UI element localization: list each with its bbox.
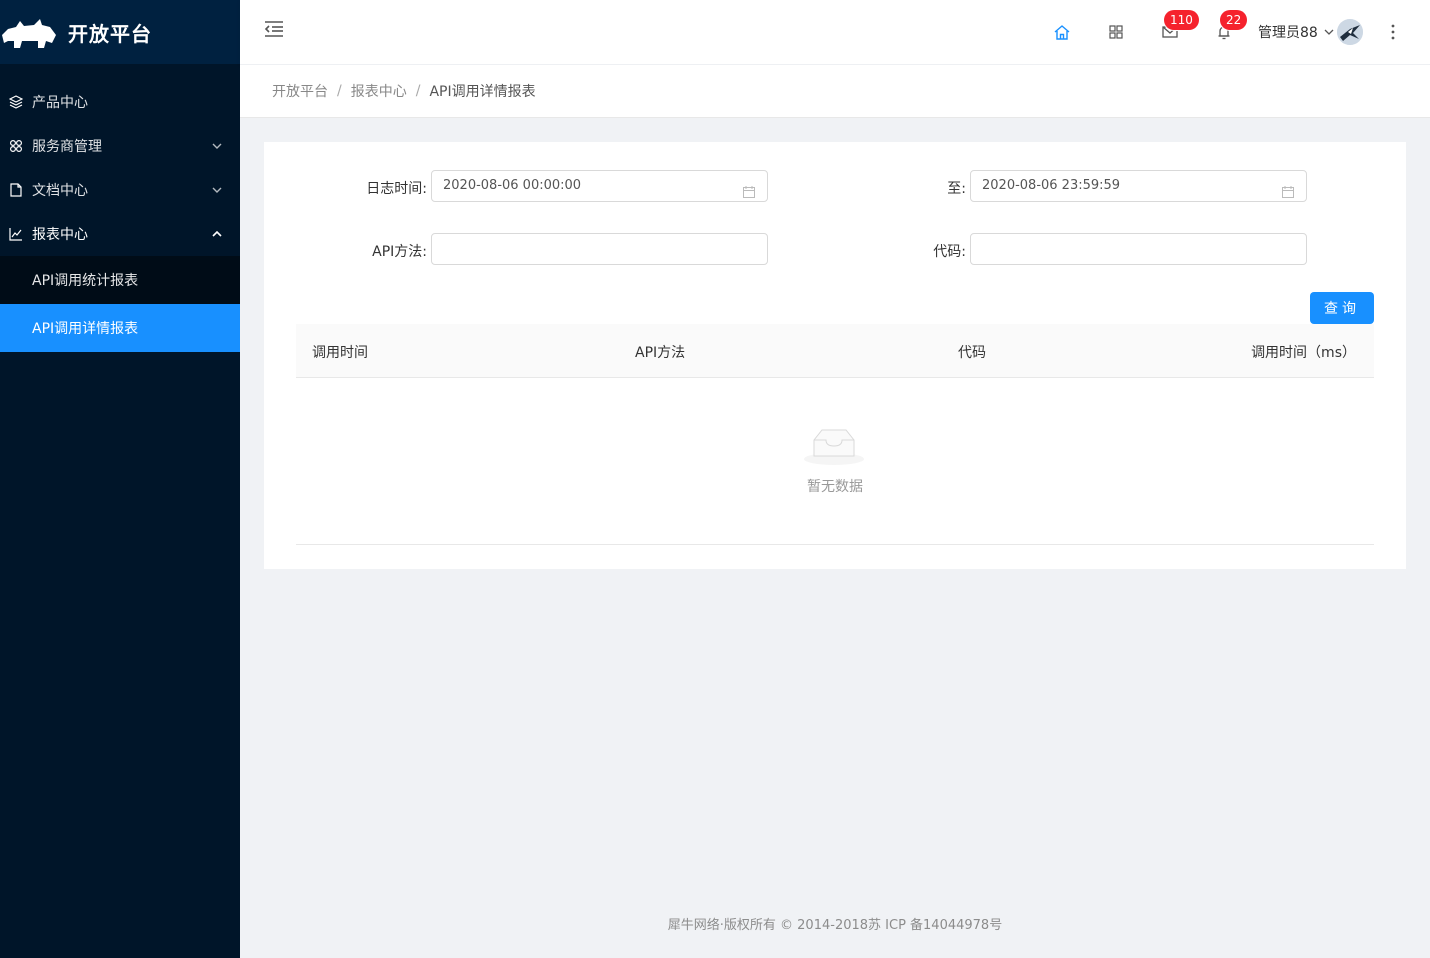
breadcrumb-item-current: API调用详情报表: [429, 84, 536, 100]
column-header-call-time: 调用时间: [312, 345, 368, 361]
chevron-down-icon: [212, 182, 222, 198]
code-input[interactable]: [970, 233, 1307, 265]
calendar-icon: [1282, 180, 1294, 210]
code-label: 代码:: [933, 244, 966, 260]
rhino-logo-icon: [2, 19, 56, 48]
home-icon[interactable]: [1052, 22, 1072, 42]
end-time-value: 2020-08-06 23:59:59: [982, 178, 1121, 193]
breadcrumb: 开放平台 / 报表中心 / API调用详情报表: [240, 64, 1430, 118]
top-header: 110 22 管理员88: [240, 0, 1430, 64]
layers-icon: [8, 94, 24, 110]
avatar[interactable]: [1337, 19, 1363, 45]
column-header-code: 代码: [958, 345, 986, 361]
sidebar-item-docs[interactable]: 文档中心: [0, 168, 240, 212]
apps-grid-icon[interactable]: [1106, 22, 1126, 42]
empty-text: 暂无数据: [807, 479, 863, 495]
reports-submenu: API调用统计报表 API调用详情报表: [0, 256, 240, 352]
chevron-down-icon: [1324, 29, 1334, 36]
footer-copyright: 犀牛网络·版权所有 © 2014-2018苏 ICP 备14044978号: [667, 918, 1003, 933]
query-button[interactable]: 查询: [1310, 292, 1374, 324]
start-time-value: 2020-08-06 00:00:00: [443, 178, 582, 193]
line-chart-icon: [8, 226, 24, 242]
mail-icon[interactable]: 110: [1160, 10, 1199, 42]
table-header: 调用时间 API方法 代码 调用时间（ms）: [296, 324, 1374, 378]
column-header-duration: 调用时间（ms）: [1251, 345, 1356, 361]
sidebar-item-products[interactable]: 产品中心: [0, 80, 240, 124]
group-icon: [8, 138, 24, 154]
start-time-picker[interactable]: 2020-08-06 00:00:00: [431, 170, 768, 202]
sidebar-subitem-label: API调用详情报表: [32, 321, 139, 337]
sidebar-item-label: 产品中心: [32, 95, 88, 111]
breadcrumb-separator: /: [337, 83, 342, 99]
sidebar-item-reports[interactable]: 报表中心: [0, 212, 240, 256]
to-label: 至:: [947, 181, 966, 197]
brand-name: 开放平台: [68, 21, 152, 46]
calendar-icon: [743, 180, 755, 210]
sidebar-subitem-api-detail[interactable]: API调用详情报表: [0, 304, 240, 352]
breadcrumb-item-platform[interactable]: 开放平台: [272, 81, 328, 101]
breadcrumb-item-reports[interactable]: 报表中心: [351, 81, 407, 101]
mail-badge: 110: [1164, 10, 1199, 30]
username: 管理员88: [1258, 25, 1318, 41]
content-card: 日志时间: 2020-08-06 00:00:00 至: 2020-08-06 …: [264, 142, 1406, 569]
bell-badge: 22: [1220, 10, 1248, 30]
menu-fold-icon[interactable]: [264, 20, 284, 40]
sidebar-item-providers[interactable]: 服务商管理: [0, 124, 240, 168]
api-method-input[interactable]: [431, 233, 768, 265]
sidebar-subitem-label: API调用统计报表: [32, 273, 139, 289]
chevron-up-icon: [212, 226, 222, 242]
user-menu[interactable]: 管理员88: [1258, 20, 1334, 44]
brand-logo[interactable]: 开放平台: [0, 0, 240, 64]
sidebar-item-label: 服务商管理: [32, 139, 102, 155]
empty-inbox-icon: [802, 424, 866, 470]
more-vertical-icon[interactable]: [1386, 22, 1400, 42]
chevron-down-icon: [212, 138, 222, 154]
sidebar: 开放平台 产品中心 服务商管理 文档中心 报表中心 API调用统计报表 API调…: [0, 0, 240, 958]
sidebar-menu: 产品中心 服务商管理 文档中心 报表中心 API调用统计报表 API调用详情报表: [0, 80, 240, 352]
breadcrumb-separator: /: [415, 83, 421, 99]
file-icon: [8, 182, 24, 198]
sidebar-item-label: 文档中心: [32, 183, 88, 199]
api-method-label: API方法:: [372, 244, 427, 260]
table-empty-state: 暂无数据: [296, 378, 1374, 545]
sidebar-subitem-api-stats[interactable]: API调用统计报表: [0, 256, 240, 304]
end-time-picker[interactable]: 2020-08-06 23:59:59: [970, 170, 1307, 202]
sidebar-item-label: 报表中心: [32, 227, 88, 243]
bell-icon[interactable]: 22: [1214, 10, 1248, 42]
column-header-api-method: API方法: [635, 345, 686, 361]
log-time-label: 日志时间:: [366, 181, 427, 197]
